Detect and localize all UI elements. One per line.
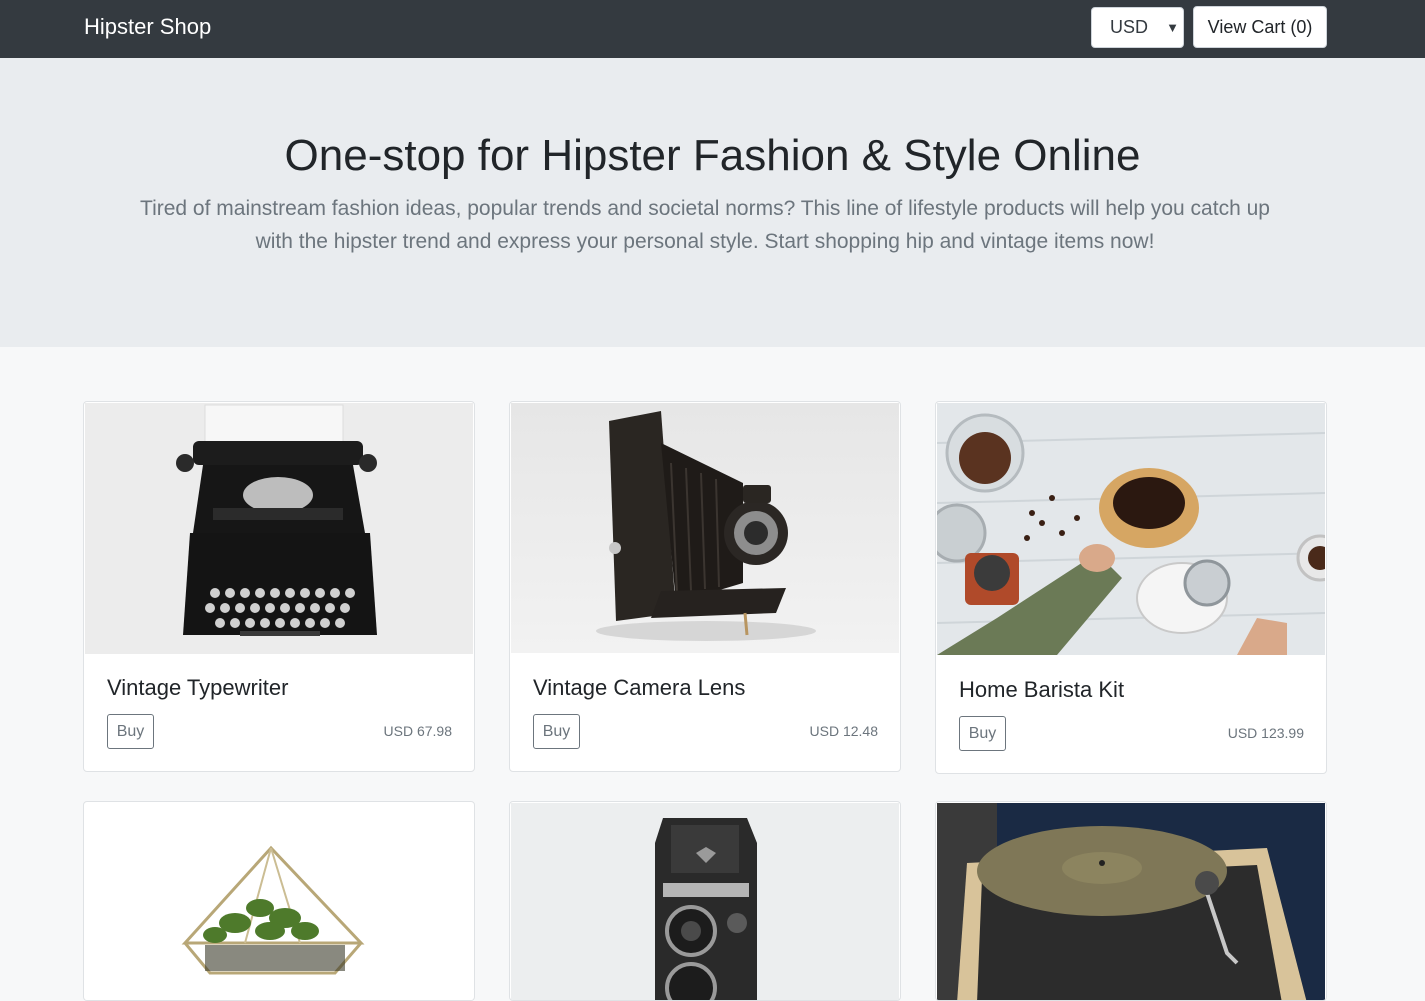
- twin-lens-camera-image[interactable]: [511, 803, 899, 1000]
- terrarium-image[interactable]: [85, 803, 473, 1000]
- currency-select[interactable]: USD ▼: [1091, 7, 1184, 48]
- currency-selected-value: USD: [1110, 17, 1149, 37]
- record-player-image[interactable]: [937, 803, 1325, 1000]
- barista-kit-image[interactable]: [937, 403, 1325, 655]
- product-card: Vintage Camera Lens Buy USD 12.48: [509, 401, 901, 772]
- buy-button[interactable]: Buy: [959, 716, 1006, 751]
- typewriter-image[interactable]: [85, 403, 473, 654]
- top-navbar: Hipster Shop USD ▼ View Cart (0): [0, 0, 1425, 58]
- product-price: USD 123.99: [1227, 725, 1304, 741]
- product-price: USD 12.48: [809, 723, 878, 739]
- camera-image[interactable]: [511, 403, 899, 653]
- buy-button[interactable]: Buy: [107, 714, 154, 749]
- brand-logo-link[interactable]: Hipster Shop: [84, 13, 211, 41]
- hero-lead-text: Tired of mainstream fashion ideas, popul…: [95, 192, 1315, 258]
- product-title[interactable]: Home Barista Kit: [959, 676, 1124, 704]
- hero-lead-line-1: Tired of mainstream fashion ideas, popul…: [140, 197, 1270, 220]
- product-card: Home Barista Kit Buy USD 123.99: [935, 401, 1327, 774]
- product-card: [935, 801, 1327, 1001]
- hero-title: One-stop for Hipster Fashion & Style Onl…: [284, 131, 1141, 180]
- caret-down-icon: ▼: [1166, 20, 1179, 35]
- hero-lead-line-2: with the hipster trend and express your …: [255, 230, 1155, 253]
- hero-banner: One-stop for Hipster Fashion & Style Onl…: [0, 58, 1425, 347]
- product-card: Vintage Typewriter Buy USD 67.98: [83, 401, 475, 772]
- view-cart-button[interactable]: View Cart (0): [1193, 6, 1327, 48]
- product-title[interactable]: Vintage Typewriter: [107, 674, 288, 702]
- product-card: [83, 801, 475, 1001]
- product-card: [509, 801, 901, 1001]
- buy-button[interactable]: Buy: [533, 714, 580, 749]
- product-title[interactable]: Vintage Camera Lens: [533, 674, 745, 702]
- product-price: USD 67.98: [383, 723, 452, 739]
